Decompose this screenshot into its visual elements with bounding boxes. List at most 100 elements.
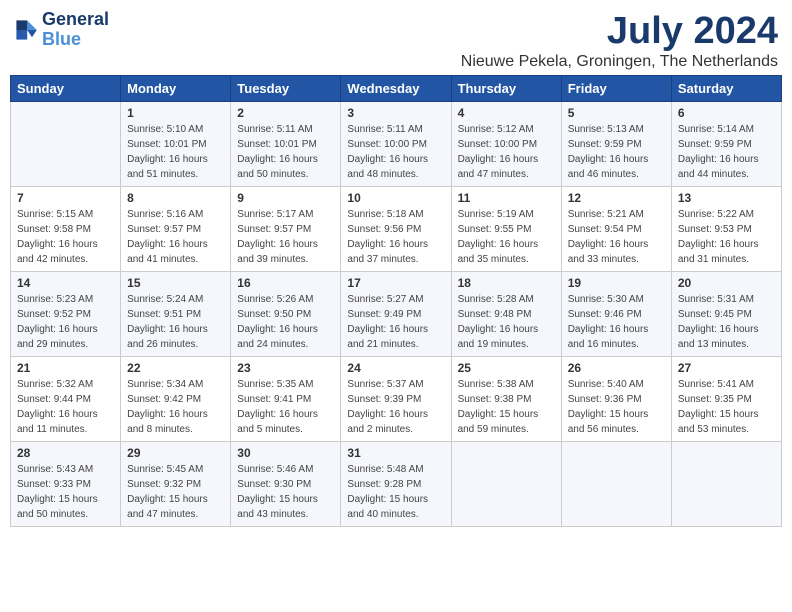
day-info: Sunrise: 5:17 AM Sunset: 9:57 PM Dayligh… bbox=[237, 207, 334, 267]
day-number: 7 bbox=[17, 191, 114, 205]
calendar-cell: 20 Sunrise: 5:31 AM Sunset: 9:45 PM Dayli… bbox=[671, 272, 781, 357]
day-info: Sunrise: 5:13 AM Sunset: 9:59 PM Dayligh… bbox=[568, 122, 665, 182]
day-info: Sunrise: 5:37 AM Sunset: 9:39 PM Dayligh… bbox=[347, 377, 444, 437]
calendar-week-row: 7 Sunrise: 5:15 AM Sunset: 9:58 PM Daylig… bbox=[11, 187, 782, 272]
day-info: Sunrise: 5:38 AM Sunset: 9:38 PM Dayligh… bbox=[458, 377, 555, 437]
calendar-cell: 11Sunrise: 5:19 AM Sunset: 9:55 PM Dayli… bbox=[451, 187, 561, 272]
day-number: 31 bbox=[347, 446, 444, 460]
day-info: Sunrise: 5:41 AM Sunset: 9:35 PM Dayligh… bbox=[678, 377, 775, 437]
calendar-cell: 27 Sunrise: 5:41 AM Sunset: 9:35 PM Dayli… bbox=[671, 357, 781, 442]
day-number: 3 bbox=[347, 106, 444, 120]
calendar-cell: 13 Sunrise: 5:22 AM Sunset: 9:53 PM Dayli… bbox=[671, 187, 781, 272]
calendar-table: SundayMondayTuesdayWednesdayThursdayFrid… bbox=[10, 75, 782, 527]
calendar-cell: 5 Sunrise: 5:13 AM Sunset: 9:59 PM Daylig… bbox=[561, 102, 671, 187]
day-number: 13 bbox=[678, 191, 775, 205]
day-number: 4 bbox=[458, 106, 555, 120]
day-info: Sunrise: 5:48 AM Sunset: 9:28 PM Dayligh… bbox=[347, 462, 444, 522]
calendar-week-row: 28 Sunrise: 5:43 AM Sunset: 9:33 PM Dayli… bbox=[11, 442, 782, 527]
calendar-cell: 23Sunrise: 5:35 AM Sunset: 9:41 PM Dayli… bbox=[231, 357, 341, 442]
day-number: 1 bbox=[127, 106, 224, 120]
logo-text: General Blue bbox=[42, 10, 109, 50]
day-info: Sunrise: 5:18 AM Sunset: 9:56 PM Dayligh… bbox=[347, 207, 444, 267]
calendar-cell: 26 Sunrise: 5:40 AM Sunset: 9:36 PM Dayli… bbox=[561, 357, 671, 442]
day-info: Sunrise: 5:23 AM Sunset: 9:52 PM Dayligh… bbox=[17, 292, 114, 352]
day-info: Sunrise: 5:31 AM Sunset: 9:45 PM Dayligh… bbox=[678, 292, 775, 352]
day-info: Sunrise: 5:11 AM Sunset: 10:00 PM Daylig… bbox=[347, 122, 444, 182]
calendar-cell: 1 Sunrise: 5:10 AM Sunset: 10:01 PM Dayli… bbox=[121, 102, 231, 187]
calendar-cell: 25Sunrise: 5:38 AM Sunset: 9:38 PM Dayli… bbox=[451, 357, 561, 442]
calendar-cell: 15 Sunrise: 5:24 AM Sunset: 9:51 PM Dayli… bbox=[121, 272, 231, 357]
day-info: Sunrise: 5:24 AM Sunset: 9:51 PM Dayligh… bbox=[127, 292, 224, 352]
day-info: Sunrise: 5:19 AM Sunset: 9:55 PM Dayligh… bbox=[458, 207, 555, 267]
calendar-cell: 17Sunrise: 5:27 AM Sunset: 9:49 PM Dayli… bbox=[341, 272, 451, 357]
calendar-cell: 29Sunrise: 5:45 AM Sunset: 9:32 PM Dayli… bbox=[121, 442, 231, 527]
location-title: Nieuwe Pekela, Groningen, The Netherland… bbox=[461, 53, 778, 71]
calendar-cell: 24 Sunrise: 5:37 AM Sunset: 9:39 PM Dayli… bbox=[341, 357, 451, 442]
calendar-cell: 18Sunrise: 5:28 AM Sunset: 9:48 PM Dayli… bbox=[451, 272, 561, 357]
calendar-week-row: 14Sunrise: 5:23 AM Sunset: 9:52 PM Dayli… bbox=[11, 272, 782, 357]
col-header-monday: Monday bbox=[121, 76, 231, 102]
calendar-cell bbox=[451, 442, 561, 527]
calendar-cell: 2 Sunrise: 5:11 AM Sunset: 10:01 PM Dayli… bbox=[231, 102, 341, 187]
calendar-cell: 30 Sunrise: 5:46 AM Sunset: 9:30 PM Dayli… bbox=[231, 442, 341, 527]
day-info: Sunrise: 5:45 AM Sunset: 9:32 PM Dayligh… bbox=[127, 462, 224, 522]
day-number: 23 bbox=[237, 361, 334, 375]
day-info: Sunrise: 5:11 AM Sunset: 10:01 PM Daylig… bbox=[237, 122, 334, 182]
day-number: 2 bbox=[237, 106, 334, 120]
day-info: Sunrise: 5:34 AM Sunset: 9:42 PM Dayligh… bbox=[127, 377, 224, 437]
day-info: Sunrise: 5:40 AM Sunset: 9:36 PM Dayligh… bbox=[568, 377, 665, 437]
day-number: 20 bbox=[678, 276, 775, 290]
title-block: July 2024 Nieuwe Pekela, Groningen, The … bbox=[461, 10, 778, 71]
calendar-header-row: SundayMondayTuesdayWednesdayThursdayFrid… bbox=[11, 76, 782, 102]
calendar-cell: 12 Sunrise: 5:21 AM Sunset: 9:54 PM Dayli… bbox=[561, 187, 671, 272]
day-info: Sunrise: 5:15 AM Sunset: 9:58 PM Dayligh… bbox=[17, 207, 114, 267]
calendar-cell: 9 Sunrise: 5:17 AM Sunset: 9:57 PM Daylig… bbox=[231, 187, 341, 272]
day-info: Sunrise: 5:46 AM Sunset: 9:30 PM Dayligh… bbox=[237, 462, 334, 522]
day-info: Sunrise: 5:12 AM Sunset: 10:00 PM Daylig… bbox=[458, 122, 555, 182]
calendar-cell: 6Sunrise: 5:14 AM Sunset: 9:59 PM Daylig… bbox=[671, 102, 781, 187]
calendar-cell: 10 Sunrise: 5:18 AM Sunset: 9:56 PM Dayli… bbox=[341, 187, 451, 272]
day-number: 19 bbox=[568, 276, 665, 290]
day-info: Sunrise: 5:21 AM Sunset: 9:54 PM Dayligh… bbox=[568, 207, 665, 267]
calendar-cell bbox=[561, 442, 671, 527]
day-info: Sunrise: 5:10 AM Sunset: 10:01 PM Daylig… bbox=[127, 122, 224, 182]
day-info: Sunrise: 5:22 AM Sunset: 9:53 PM Dayligh… bbox=[678, 207, 775, 267]
day-number: 22 bbox=[127, 361, 224, 375]
day-number: 12 bbox=[568, 191, 665, 205]
day-number: 21 bbox=[17, 361, 114, 375]
day-number: 5 bbox=[568, 106, 665, 120]
calendar-cell bbox=[11, 102, 121, 187]
day-number: 16 bbox=[237, 276, 334, 290]
day-number: 27 bbox=[678, 361, 775, 375]
day-info: Sunrise: 5:27 AM Sunset: 9:49 PM Dayligh… bbox=[347, 292, 444, 352]
day-number: 28 bbox=[17, 446, 114, 460]
calendar-week-row: 1 Sunrise: 5:10 AM Sunset: 10:01 PM Dayli… bbox=[11, 102, 782, 187]
day-number: 24 bbox=[347, 361, 444, 375]
col-header-sunday: Sunday bbox=[11, 76, 121, 102]
page-header: General Blue July 2024 Nieuwe Pekela, Gr… bbox=[10, 10, 782, 71]
day-number: 15 bbox=[127, 276, 224, 290]
day-info: Sunrise: 5:28 AM Sunset: 9:48 PM Dayligh… bbox=[458, 292, 555, 352]
col-header-wednesday: Wednesday bbox=[341, 76, 451, 102]
month-title: July 2024 bbox=[461, 10, 778, 53]
day-number: 26 bbox=[568, 361, 665, 375]
col-header-friday: Friday bbox=[561, 76, 671, 102]
calendar-cell: 31 Sunrise: 5:48 AM Sunset: 9:28 PM Dayli… bbox=[341, 442, 451, 527]
col-header-tuesday: Tuesday bbox=[231, 76, 341, 102]
col-header-thursday: Thursday bbox=[451, 76, 561, 102]
calendar-cell: 21Sunrise: 5:32 AM Sunset: 9:44 PM Dayli… bbox=[11, 357, 121, 442]
day-number: 9 bbox=[237, 191, 334, 205]
calendar-cell: 28 Sunrise: 5:43 AM Sunset: 9:33 PM Dayli… bbox=[11, 442, 121, 527]
calendar-cell: 14Sunrise: 5:23 AM Sunset: 9:52 PM Dayli… bbox=[11, 272, 121, 357]
calendar-cell: 3 Sunrise: 5:11 AM Sunset: 10:00 PM Dayli… bbox=[341, 102, 451, 187]
day-number: 30 bbox=[237, 446, 334, 460]
day-info: Sunrise: 5:43 AM Sunset: 9:33 PM Dayligh… bbox=[17, 462, 114, 522]
day-number: 8 bbox=[127, 191, 224, 205]
col-header-saturday: Saturday bbox=[671, 76, 781, 102]
calendar-cell: 7 Sunrise: 5:15 AM Sunset: 9:58 PM Daylig… bbox=[11, 187, 121, 272]
logo: General Blue bbox=[14, 10, 109, 50]
calendar-cell: 16Sunrise: 5:26 AM Sunset: 9:50 PM Dayli… bbox=[231, 272, 341, 357]
day-number: 10 bbox=[347, 191, 444, 205]
day-info: Sunrise: 5:30 AM Sunset: 9:46 PM Dayligh… bbox=[568, 292, 665, 352]
day-info: Sunrise: 5:14 AM Sunset: 9:59 PM Dayligh… bbox=[678, 122, 775, 182]
